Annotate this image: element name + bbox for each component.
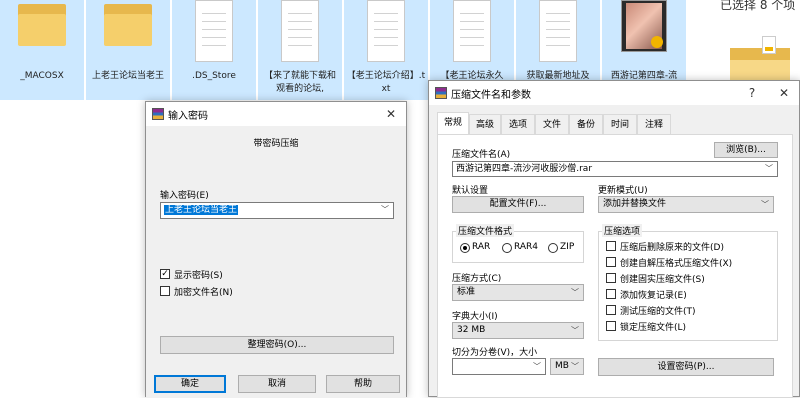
sfx-label[interactable]: 创建自解压格式压缩文件(X) <box>620 256 732 269</box>
password-dialog: 输入密码 ✕ 带密码压缩 输入密码(E) 上老王论坛当老王 ﹀ ✓ 显示密码(S… <box>145 101 407 398</box>
archive-name-input[interactable]: 西游记第四章-流沙河收服沙僧.rar ﹀ <box>452 161 778 177</box>
dictionary-value: 32 MB <box>457 325 486 335</box>
chevron-down-icon: ﹀ <box>761 200 769 209</box>
dictionary-size-select[interactable]: 32 MB ﹀ <box>452 322 584 339</box>
pdf-icon <box>762 36 776 54</box>
video-thumbnail-icon <box>621 0 667 52</box>
format-rar-radio[interactable] <box>460 243 470 253</box>
archive-dialog-titlebar: 压缩文件名和参数 ? ✕ <box>429 81 799 105</box>
dialog-title: 输入密码 <box>168 111 208 122</box>
chevron-down-icon: ﹀ <box>571 326 579 335</box>
help-icon[interactable]: ? <box>741 83 763 103</box>
selection-count: 已选择 8 个项 <box>720 0 796 12</box>
document-icon <box>195 0 233 62</box>
folder-icon <box>18 0 66 46</box>
password-value: 上老王论坛当老王 <box>164 205 239 215</box>
chevron-down-icon: ﹀ <box>571 362 579 371</box>
delete-after-checkbox[interactable] <box>606 241 616 251</box>
tab-files[interactable]: 文件 <box>535 114 569 134</box>
file-label: 【来了就能下载和观看的论坛, <box>263 71 336 94</box>
recovery-record-label[interactable]: 添加恢复记录(E) <box>620 288 687 301</box>
test-files-label[interactable]: 测试压缩的文件(T) <box>620 304 696 317</box>
format-rar4-label[interactable]: RAR4 <box>514 242 538 252</box>
file-label: 上老王论坛当老王 <box>91 71 164 81</box>
browse-button[interactable]: 浏览(B)... <box>714 142 778 158</box>
chevron-down-icon: ﹀ <box>533 362 541 371</box>
set-password-button[interactable]: 设置密码(P)... <box>598 358 774 376</box>
tab-general[interactable]: 常规 <box>437 112 469 134</box>
encrypt-names-checkbox[interactable] <box>160 286 170 296</box>
tab-backup[interactable]: 备份 <box>569 114 603 134</box>
recovery-record-checkbox[interactable] <box>606 289 616 299</box>
password-input-label: 输入密码(E) <box>160 191 209 201</box>
split-unit-select[interactable]: MB ﹀ <box>550 358 584 375</box>
chevron-down-icon: ﹀ <box>571 288 579 297</box>
default-settings-label: 默认设置 <box>452 186 489 196</box>
format-rar4-radio[interactable] <box>502 243 512 253</box>
options-label: 压缩选项 <box>602 224 643 237</box>
ok-button[interactable]: 确定 <box>154 375 226 393</box>
close-icon[interactable]: ✕ <box>380 104 402 124</box>
archive-name-label: 压缩文件名(A) <box>452 150 511 160</box>
test-files-checkbox[interactable] <box>606 305 616 315</box>
dictionary-label: 字典大小(I) <box>452 312 498 322</box>
document-icon <box>539 0 577 62</box>
document-icon <box>281 0 319 62</box>
tab-comment[interactable]: 注释 <box>637 114 671 134</box>
format-zip-radio[interactable] <box>548 243 558 253</box>
winrar-icon <box>435 87 447 99</box>
format-zip-label[interactable]: ZIP <box>560 242 574 252</box>
show-password-label[interactable]: 显示密码(S) <box>174 268 223 281</box>
archive-settings-dialog: 压缩文件名和参数 ? ✕ 常规 高级 选项 文件 备份 时间 注释 压缩文件名(… <box>428 80 800 398</box>
file-item-laowang-txt[interactable]: 【老王论坛介绍】.txt <box>344 0 428 100</box>
password-input[interactable]: 上老王论坛当老王 ﹀ <box>160 202 394 219</box>
file-item-laowang-folder[interactable]: 上老王论坛当老王 <box>86 0 170 100</box>
update-mode-label: 更新模式(U) <box>598 186 648 196</box>
encrypt-names-label[interactable]: 加密文件名(N) <box>174 285 233 298</box>
update-mode-value: 添加并替换文件 <box>603 199 667 209</box>
update-mode-select[interactable]: 添加并替换文件 ﹀ <box>598 196 774 213</box>
archive-name-value: 西游记第四章-流沙河收服沙僧.rar <box>456 164 593 174</box>
format-rar-label[interactable]: RAR <box>472 242 490 252</box>
file-label: _MACOSX <box>20 71 64 81</box>
document-icon <box>367 0 405 62</box>
winrar-icon <box>152 108 164 120</box>
close-icon[interactable]: ✕ <box>773 83 795 103</box>
tab-advanced[interactable]: 高级 <box>469 114 501 134</box>
file-label: .DS_Store <box>192 71 236 81</box>
lock-archive-checkbox[interactable] <box>606 321 616 331</box>
file-item-forum-intro[interactable]: 【来了就能下载和观看的论坛, <box>258 0 342 100</box>
tab-options[interactable]: 选项 <box>501 114 535 134</box>
method-label: 压缩方式(C) <box>452 274 502 284</box>
file-label: 【老王论坛介绍】.txt <box>346 71 426 94</box>
format-label: 压缩文件格式 <box>456 224 515 237</box>
general-tab-panel: 压缩文件名(A) 浏览(B)... 西游记第四章-流沙河收服沙僧.rar ﹀ 默… <box>437 134 793 398</box>
password-dialog-titlebar: 输入密码 ✕ <box>146 102 406 126</box>
file-item-macosx[interactable]: _MACOSX <box>0 0 84 100</box>
solid-label[interactable]: 创建固实压缩文件(S) <box>620 272 705 285</box>
lock-archive-label[interactable]: 锁定压缩文件(L) <box>620 320 686 333</box>
chevron-down-icon[interactable]: ﹀ <box>381 203 389 217</box>
chevron-down-icon[interactable]: ﹀ <box>765 162 773 176</box>
folder-icon <box>104 0 152 46</box>
dialog-title: 压缩文件名和参数 <box>451 90 531 101</box>
split-size-input[interactable]: ﹀ <box>452 358 546 375</box>
sfx-checkbox[interactable] <box>606 257 616 267</box>
tab-time[interactable]: 时间 <box>603 114 637 134</box>
organize-passwords-button[interactable]: 整理密码(O)... <box>160 336 394 354</box>
file-item-ds-store[interactable]: .DS_Store <box>172 0 256 100</box>
delete-after-label[interactable]: 压缩后删除原来的文件(D) <box>620 240 724 253</box>
split-volumes-label: 切分为分卷(V)，大小 <box>452 348 538 358</box>
cancel-button[interactable]: 取消 <box>238 375 316 393</box>
document-icon <box>453 0 491 62</box>
split-unit-value: MB <box>555 361 569 371</box>
show-password-checkbox[interactable]: ✓ <box>160 269 170 279</box>
method-value: 标准 <box>457 287 476 297</box>
help-button[interactable]: 帮助 <box>326 375 400 393</box>
profiles-button[interactable]: 配置文件(F)... <box>452 196 584 213</box>
compression-method-select[interactable]: 标准 ﹀ <box>452 284 584 301</box>
solid-checkbox[interactable] <box>606 273 616 283</box>
dialog-heading: 带密码压缩 <box>253 139 299 149</box>
